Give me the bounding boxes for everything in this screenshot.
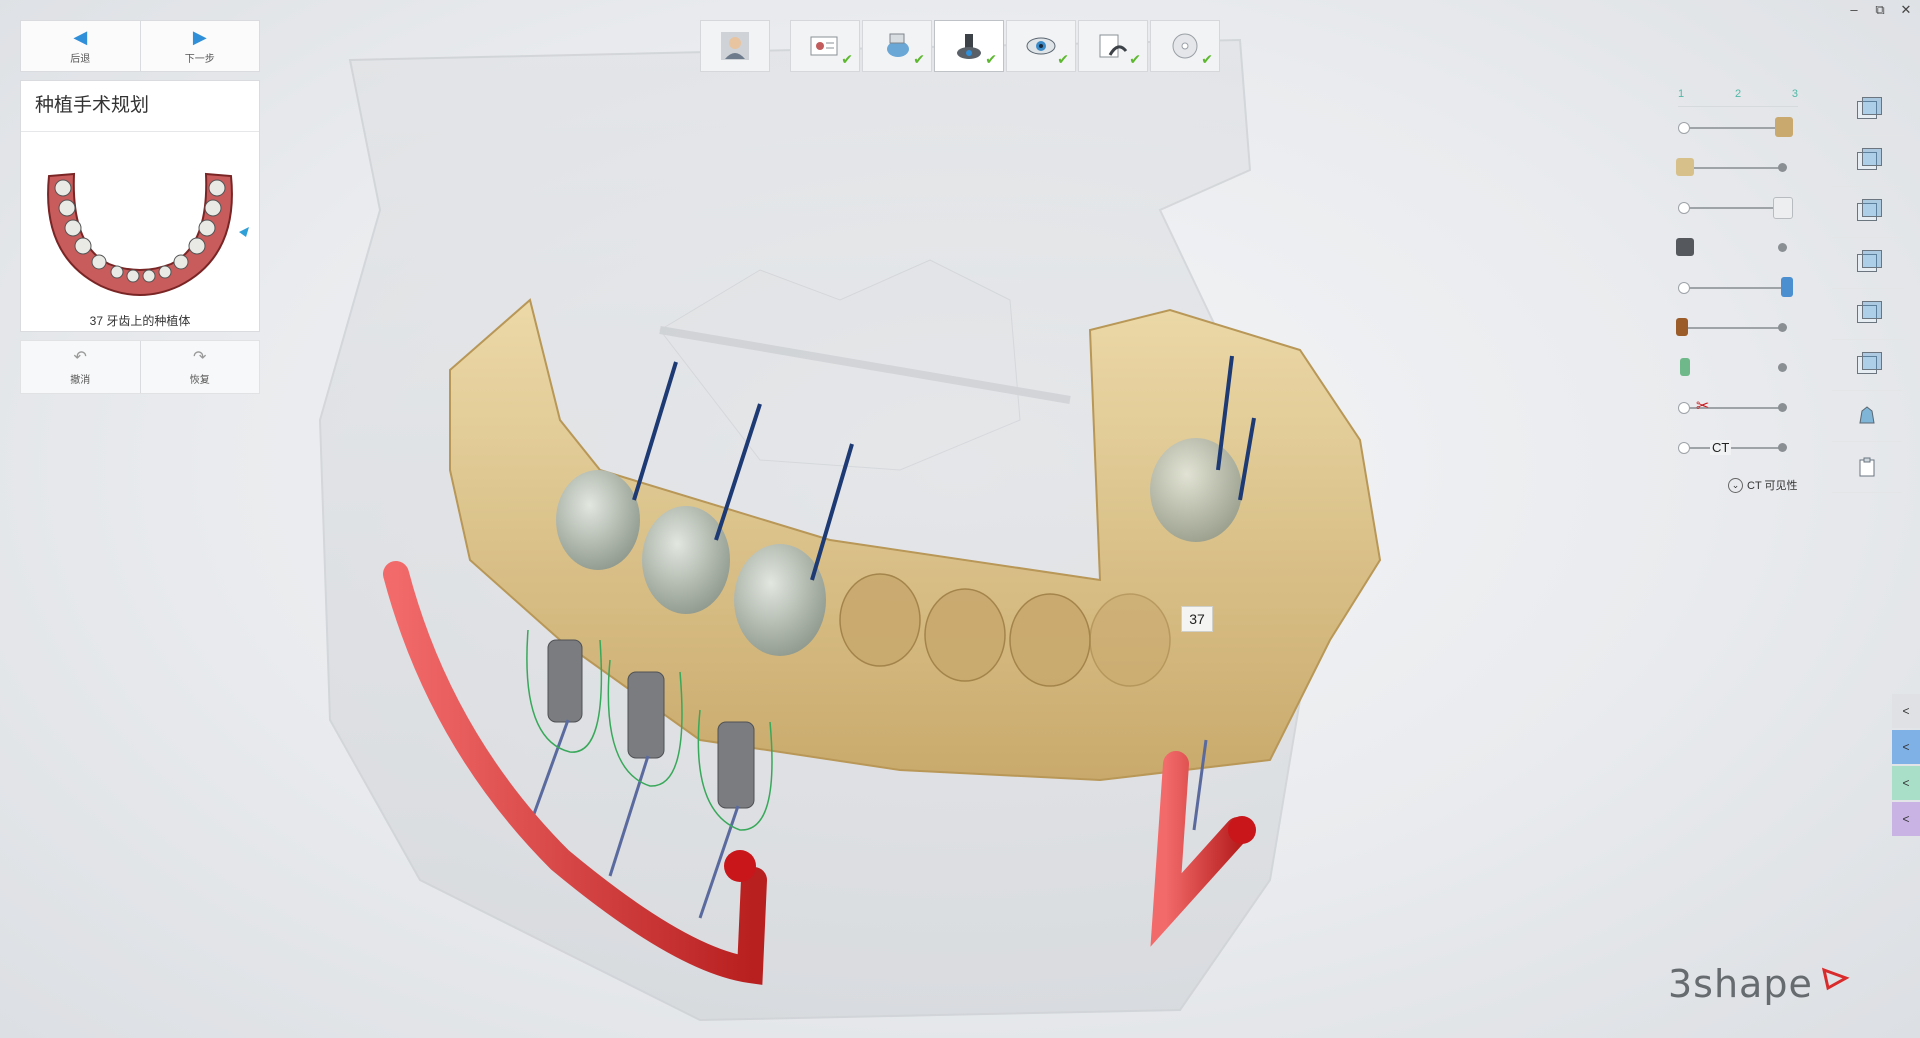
clipboard-button[interactable] <box>1832 442 1902 493</box>
next-label: 下一步 <box>184 53 215 65</box>
scan-model-icon <box>1676 158 1694 176</box>
panel-caption: 37 牙齿上的种植体 <box>89 314 191 328</box>
view-right-button[interactable] <box>1832 238 1902 289</box>
tooth-number-label: 37 <box>1181 606 1213 632</box>
next-button[interactable]: ▶ 下一步 <box>139 21 260 71</box>
undo-label: 撤消 <box>70 374 91 386</box>
crown-icon <box>1775 117 1793 137</box>
ct-visibility-label: CT 可见性 <box>1747 480 1798 492</box>
snapshot-button[interactable] <box>1832 391 1902 442</box>
arrow-right-icon: ▶ <box>192 26 207 47</box>
redo-icon: ↷ <box>193 348 207 366</box>
undo-button[interactable]: ↶ 撤消 <box>21 341 140 393</box>
implant-icon <box>1676 238 1694 256</box>
completed-check-icon: ✔ <box>985 51 997 67</box>
ct-visibility-dropdown[interactable]: ⌄ CT 可见性 <box>1728 477 1798 493</box>
implant-planning-icon <box>957 34 981 59</box>
chevron-left-icon: < <box>1902 776 1910 790</box>
chevron-left-icon: < <box>1902 812 1910 826</box>
view-bottom-button[interactable] <box>1832 340 1902 391</box>
patient-photo-icon <box>721 32 749 60</box>
view-back-button[interactable] <box>1832 136 1902 187</box>
panel-title: 种植手术规划 <box>21 81 259 132</box>
view-cube-icon <box>1857 148 1882 170</box>
visibility-tab-3[interactable]: 3 <box>1792 88 1798 100</box>
abutment-opacity-slider[interactable] <box>1676 318 1793 338</box>
view-front-button[interactable] <box>1832 85 1902 136</box>
workflow-step-info[interactable]: ✔ <box>790 20 860 72</box>
workflow-step-guide[interactable]: ✔ <box>1078 20 1148 72</box>
view-top-button[interactable] <box>1832 289 1902 340</box>
tooth-opacity-slider[interactable] <box>1678 197 1793 219</box>
snapshot-icon <box>1859 406 1875 424</box>
side-panel-tab-purple[interactable]: < <box>1892 802 1920 836</box>
chevron-left-icon: < <box>1902 704 1910 718</box>
chevron-left-icon: < <box>1902 740 1910 754</box>
visibility-tab-1[interactable]: 1 <box>1678 88 1684 100</box>
workflow-step-implant[interactable]: ✔ <box>934 20 1004 72</box>
implant-visibility-toggle[interactable] <box>1676 238 1793 258</box>
completed-check-icon: ✔ <box>913 51 925 67</box>
tooth-icon <box>1773 197 1793 219</box>
view-cube-icon <box>1857 250 1882 272</box>
history-controls: ↶ 撤消 ↷ 恢复 <box>20 340 260 394</box>
redo-button[interactable]: ↷ 恢复 <box>139 341 260 393</box>
view-left-button[interactable] <box>1832 187 1902 238</box>
scan-import-icon <box>887 33 909 57</box>
close-button[interactable]: ✕ <box>1898 2 1914 18</box>
export-disc-icon <box>1172 33 1198 59</box>
guide-design-icon <box>1099 34 1128 58</box>
clipboard-icon <box>1859 457 1875 477</box>
patient-info-icon <box>810 36 838 56</box>
step-navigation: ◀ 后退 ▶ 下一步 <box>20 20 260 72</box>
drill-visibility-toggle[interactable] <box>1678 358 1793 378</box>
minimize-button[interactable]: – <box>1846 2 1862 18</box>
undo-icon: ↶ <box>73 348 87 366</box>
view-cube-icon <box>1857 97 1882 119</box>
scissors-icon: ✂ <box>1696 398 1710 415</box>
drill-icon <box>1680 358 1690 376</box>
sleeve-opacity-slider[interactable] <box>1678 277 1793 298</box>
view-cube-icon <box>1857 352 1882 374</box>
gum-opacity-slider[interactable] <box>1676 158 1793 178</box>
planning-panel: 种植手术规划 37 牙齿上的种植体 <box>20 80 260 332</box>
ct-opacity-slider[interactable]: CT <box>1678 438 1793 458</box>
back-button[interactable]: ◀ 后退 <box>21 21 140 71</box>
workflow-toolbar: ✔ ✔ ✔ ✔ ✔ ✔ <box>700 20 1222 72</box>
visibility-tab-2[interactable]: 2 <box>1735 88 1741 100</box>
workflow-step-patient[interactable] <box>700 20 770 72</box>
crown-opacity-slider[interactable] <box>1678 117 1793 138</box>
visual-review-icon <box>1026 37 1056 55</box>
view-cube-icon <box>1857 301 1882 323</box>
completed-check-icon: ✔ <box>1057 51 1069 67</box>
arrow-left-icon: ◀ <box>73 26 88 47</box>
completed-check-icon: ✔ <box>1201 51 1213 67</box>
back-label: 后退 <box>70 53 91 65</box>
sleeve-icon <box>1781 277 1793 297</box>
clip-plane-slider[interactable]: ✂ <box>1678 398 1793 418</box>
dental-arch-thumbnail[interactable] <box>21 136 259 306</box>
brand-triangle-icon <box>1821 967 1850 991</box>
window-controls: – ⧉ ✕ <box>1846 2 1914 18</box>
redo-label: 恢复 <box>189 374 210 386</box>
completed-check-icon: ✔ <box>841 51 853 67</box>
abutment-icon <box>1676 318 1688 336</box>
chevron-down-icon: ⌄ <box>1728 477 1743 493</box>
visibility-panel: 1 2 3 ✂ CT <box>1670 88 1810 455</box>
ct-label: CT <box>1710 440 1732 455</box>
completed-check-icon: ✔ <box>1129 51 1141 67</box>
workflow-step-export[interactable]: ✔ <box>1150 20 1220 72</box>
workflow-step-import[interactable]: ✔ <box>862 20 932 72</box>
3d-viewport[interactable] <box>0 0 1920 1038</box>
view-cube-icon <box>1857 199 1882 221</box>
side-panel-tab-green[interactable]: < <box>1892 766 1920 800</box>
brand-logo: 3shape <box>1668 962 1813 1006</box>
side-panel-tab-gray[interactable]: < <box>1892 694 1920 728</box>
view-orientation-panel <box>1832 85 1902 493</box>
workflow-step-review[interactable]: ✔ <box>1006 20 1076 72</box>
side-panel-tab-blue[interactable]: < <box>1892 730 1920 764</box>
maximize-button[interactable]: ⧉ <box>1872 2 1888 18</box>
visibility-tabs: 1 2 3 <box>1678 88 1798 107</box>
